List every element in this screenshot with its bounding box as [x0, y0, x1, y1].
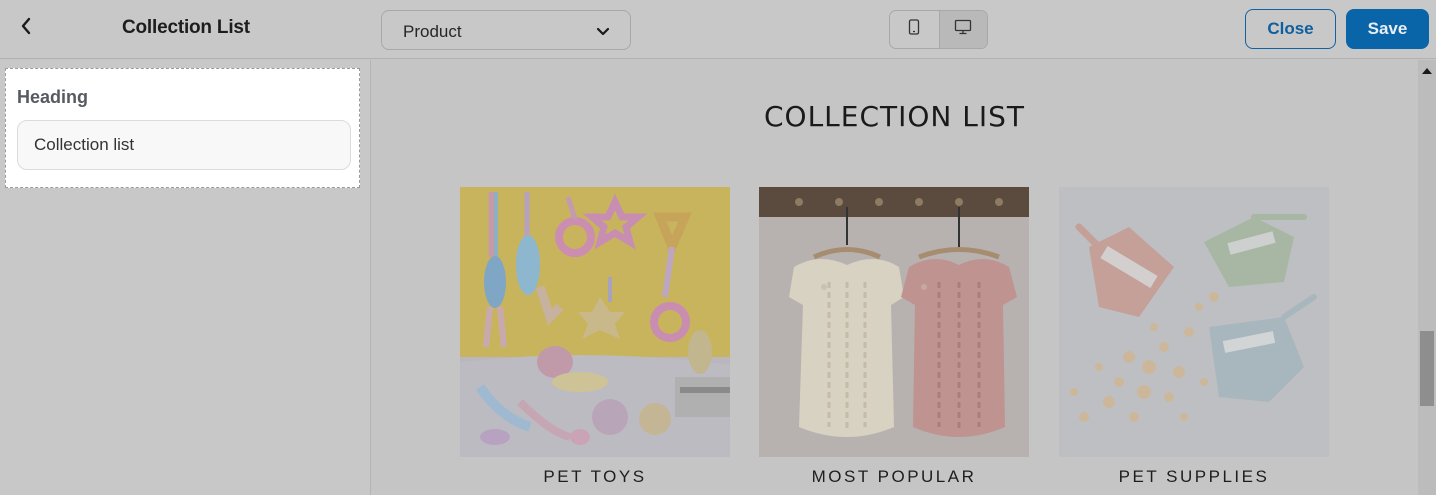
close-button[interactable]: Close: [1245, 9, 1336, 49]
settings-panel: Heading: [0, 60, 371, 495]
chevron-down-icon: [596, 24, 610, 42]
preview-scrollbar[interactable]: [1418, 60, 1436, 495]
chevron-left-icon: [20, 17, 32, 40]
collection-card: PET TOYS: [460, 187, 730, 487]
heading-setting: Heading: [5, 68, 360, 188]
collection-caption[interactable]: MOST POPULAR: [759, 467, 1029, 487]
mobile-view-button[interactable]: [890, 11, 939, 48]
heading-input[interactable]: [17, 120, 351, 170]
section-title: COLLECTION LIST: [763, 100, 1025, 133]
desktop-icon: [954, 19, 972, 40]
preview-canvas: COLLECTION LIST PET TOYS MOST POPULAR PE…: [371, 60, 1418, 495]
scroll-thumb[interactable]: [1420, 331, 1434, 406]
page-select-value: Product: [403, 22, 462, 41]
page-title: Collection List: [122, 17, 250, 38]
collection-card: PET SUPPLIES: [1059, 187, 1329, 487]
page-template-select[interactable]: Product: [381, 10, 631, 50]
collection-image-most-popular[interactable]: [759, 187, 1029, 457]
collection-image-pet-supplies[interactable]: [1059, 187, 1329, 457]
desktop-view-button[interactable]: [938, 11, 987, 48]
collection-caption[interactable]: PET SUPPLIES: [1059, 467, 1329, 487]
collection-caption[interactable]: PET TOYS: [460, 467, 730, 487]
scroll-up-arrow-icon[interactable]: [1422, 68, 1432, 74]
mobile-icon: [908, 19, 920, 40]
collection-card: MOST POPULAR: [759, 187, 1029, 487]
heading-label: Heading: [17, 87, 89, 107]
save-button[interactable]: Save: [1346, 9, 1429, 49]
back-button[interactable]: [14, 16, 38, 40]
top-bar: Collection List Product Close Save: [0, 0, 1436, 59]
device-toggle: [889, 10, 988, 49]
collection-image-pet-toys[interactable]: [460, 187, 730, 457]
